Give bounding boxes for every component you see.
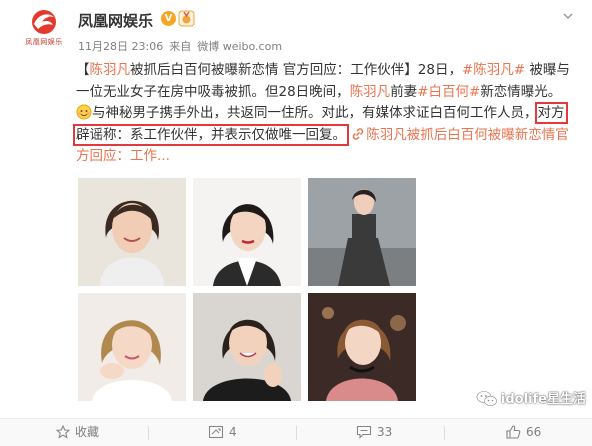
post-text: 【陈羽凡被抓后白百何被曝新恋情 官方回应：工作伙伴】28日，#陈羽凡# 被曝与一… <box>73 60 576 168</box>
weibo-post-card: 凤凰网娱乐 凤凰网娱乐 V 11月28日 23:06 来自 微博 weibo.com… <box>0 0 592 446</box>
source-prefix: 来自 <box>169 40 192 53</box>
photo-thumbnail[interactable] <box>193 293 301 401</box>
avatar-caption: 凤凰网娱乐 <box>25 38 63 46</box>
text-segment: 被抓后白百何被曝新恋情 官方回应：工作伙伴】28日， <box>130 62 462 78</box>
star-icon <box>55 424 71 439</box>
comment-icon <box>356 425 372 439</box>
repost-count: 4 <box>229 425 237 439</box>
timestamp[interactable]: 11月28日 23:06 <box>78 40 163 53</box>
comment-button[interactable]: 33 <box>356 419 392 446</box>
verified-badge: V <box>161 11 176 26</box>
source-name[interactable]: 微博 weibo.com <box>197 40 282 53</box>
watermark: idolife星生活 <box>476 389 586 411</box>
like-button[interactable]: 66 <box>506 419 541 446</box>
repost-icon <box>208 425 224 439</box>
text-segment: 与神秘男子携手外出，共返同一住所。对此，有媒体求证白百何工作人员， <box>92 105 538 121</box>
thumbs-up-icon <box>506 425 521 439</box>
user-name[interactable]: 凤凰网娱乐 <box>78 10 153 31</box>
post-meta: 11月28日 23:06 来自 微博 weibo.com <box>78 38 288 54</box>
like-count: 66 <box>526 425 542 439</box>
favorite-button[interactable]: 收藏 <box>55 419 100 446</box>
text-segment: 【 <box>76 62 90 78</box>
photo-thumbnail[interactable] <box>78 178 186 286</box>
hashtag-link[interactable]: #白百何# <box>417 84 480 100</box>
action-bar: 收藏 4 33 66 <box>0 418 592 446</box>
favorite-label: 收藏 <box>75 425 100 439</box>
text-segment: 新恋情曝光。 <box>480 83 562 100</box>
photo-thumbnail[interactable] <box>308 178 416 286</box>
chevron-down-icon[interactable] <box>562 10 574 22</box>
wechat-icon <box>476 391 497 407</box>
shy-face-emoji-icon <box>76 104 92 120</box>
highlight-name[interactable]: 陈羽凡 <box>90 62 131 78</box>
comment-count: 33 <box>377 425 393 439</box>
highlight-name[interactable]: 陈羽凡 <box>350 84 391 100</box>
watermark-text: idolife星生活 <box>500 392 586 407</box>
photo-thumbnail[interactable] <box>78 293 186 401</box>
divider <box>296 426 297 440</box>
divider <box>148 426 149 440</box>
phoenix-logo-icon <box>32 10 56 34</box>
avatar[interactable]: 凤凰网娱乐 <box>20 8 68 50</box>
photo-thumbnail[interactable] <box>308 293 416 401</box>
repost-button[interactable]: 4 <box>208 419 237 446</box>
medal-icon[interactable] <box>178 10 195 27</box>
link-icon[interactable] <box>350 126 366 142</box>
photo-thumbnail[interactable] <box>193 178 301 286</box>
divider <box>444 426 445 440</box>
hashtag-link[interactable]: #陈羽凡# <box>462 62 525 78</box>
text-segment: 前妻 <box>390 83 418 100</box>
